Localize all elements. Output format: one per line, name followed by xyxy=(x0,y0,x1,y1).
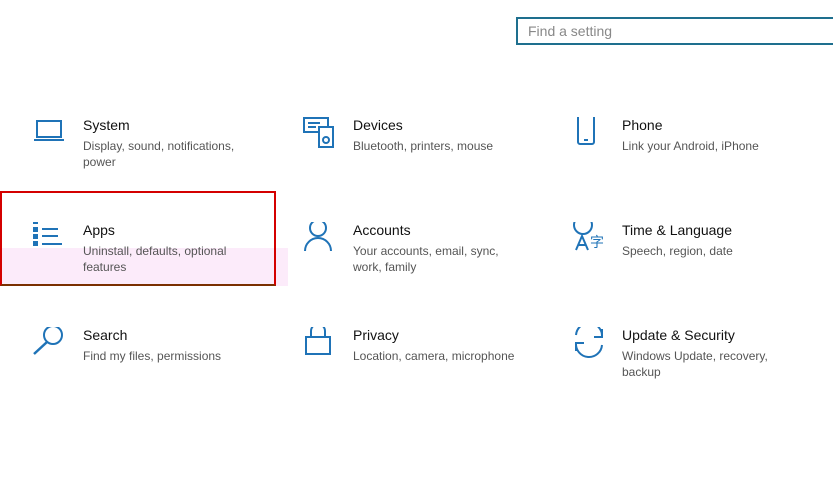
sync-icon xyxy=(574,327,604,358)
search-input[interactable] xyxy=(518,19,828,43)
tile-update-security[interactable]: Update & Security Windows Update, recove… xyxy=(572,327,822,407)
lock-icon xyxy=(305,327,331,355)
tile-title: Accounts xyxy=(353,222,411,238)
phone-icon xyxy=(577,117,595,145)
tile-title: Search xyxy=(83,327,128,343)
tile-accounts[interactable]: Accounts Your accounts, email, sync, wor… xyxy=(303,222,553,302)
svg-text:字: 字 xyxy=(590,234,604,250)
tile-title: Time & Language xyxy=(622,222,732,238)
tile-time-language[interactable]: 字 Time & Language Speech, region, date xyxy=(572,222,822,302)
tile-desc: Bluetooth, printers, mouse xyxy=(353,139,494,153)
find-setting-search[interactable] xyxy=(516,17,833,45)
tile-title: Update & Security xyxy=(622,327,735,343)
tile-privacy[interactable]: Privacy Location, camera, microphone xyxy=(303,327,553,407)
tile-desc: Windows Update, recovery, backup xyxy=(622,349,768,379)
tile-title: Devices xyxy=(353,117,403,133)
tile-apps[interactable]: Apps Uninstall, defaults, optional featu… xyxy=(33,222,283,302)
tile-search[interactable]: Search Find my files, permissions xyxy=(33,327,283,407)
laptop-icon xyxy=(34,120,64,141)
tile-system[interactable]: System Display, sound, notifications, po… xyxy=(33,117,283,197)
tile-phone[interactable]: Phone Link your Android, iPhone xyxy=(572,117,822,197)
tile-desc: Your accounts, email, sync, work, family xyxy=(353,244,499,274)
time-language-icon: 字 xyxy=(573,222,604,251)
tile-desc: Location, camera, microphone xyxy=(353,349,515,363)
tile-desc: Uninstall, defaults, optional features xyxy=(83,244,227,274)
tile-desc: Find my files, permissions xyxy=(83,349,222,363)
tile-desc: Display, sound, notifications, power xyxy=(83,139,235,169)
tile-devices[interactable]: Devices Bluetooth, printers, mouse xyxy=(303,117,553,197)
tile-title: Phone xyxy=(622,117,663,133)
tile-title: Privacy xyxy=(353,327,399,343)
tile-desc: Speech, region, date xyxy=(622,244,733,258)
search-icon xyxy=(33,327,63,355)
tile-title: Apps xyxy=(83,222,115,238)
keyboard-speaker-icon xyxy=(303,117,334,148)
tile-desc: Link your Android, iPhone xyxy=(622,139,759,153)
apps-list-icon xyxy=(33,222,62,246)
person-icon xyxy=(304,222,332,252)
tile-title: System xyxy=(83,117,130,133)
